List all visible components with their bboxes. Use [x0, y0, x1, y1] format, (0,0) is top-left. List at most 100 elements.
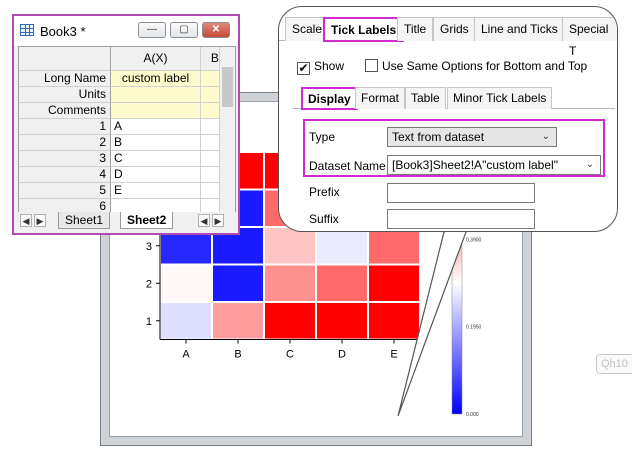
colorbar-tick-label: 0.1950 — [466, 325, 482, 331]
type-label: Type — [309, 130, 336, 144]
vertical-scrollbar[interactable]: ▼ — [219, 47, 235, 221]
heatmap-cell — [315, 226, 369, 266]
row-number[interactable]: 2 — [19, 135, 111, 151]
subtab-display[interactable]: Display — [301, 87, 358, 110]
dataset-name-value: [Book3]Sheet2!A"custom label" — [392, 158, 558, 172]
tab-tick-labels[interactable]: Tick Labels — [323, 17, 405, 42]
subtab-bar: Display Format Table Minor Tick Labels — [293, 87, 615, 110]
x-tick-label: C — [286, 349, 294, 361]
book-title: Book3 * — [40, 24, 86, 39]
meta-row-long-name: Long Name custom label — [19, 71, 235, 87]
cell-units-a[interactable] — [111, 87, 201, 103]
minimize-button[interactable]: — — [138, 22, 166, 38]
subtab-format[interactable]: Format — [355, 87, 406, 109]
x-tick-label: D — [338, 349, 346, 361]
dataset-name-label: Dataset Name — [309, 159, 386, 173]
book-window: Book3 * — ▢ ✕ A(X) B(\ Long Name custom … — [12, 14, 240, 235]
cell-a[interactable]: B — [111, 135, 201, 151]
show-label: Show — [314, 59, 345, 73]
column-header-a[interactable]: A(X) — [111, 47, 201, 71]
suffix-input[interactable] — [387, 209, 535, 229]
tab-scroll-right-icon[interactable]: ▶ — [212, 214, 224, 227]
same-options-label: Use Same Options for Bottom and Top — [382, 59, 588, 73]
chevron-down-icon: ⌄ — [585, 159, 594, 170]
heatmap-cell — [159, 263, 213, 303]
y-tick-label: 2 — [146, 278, 152, 290]
heatmap-cell — [263, 301, 317, 341]
row-label[interactable]: Long Name — [19, 71, 111, 87]
axis-dialog-callout: Scale Tick Labels Title Grids Line and T… — [278, 6, 618, 232]
x-tick-label: E — [390, 349, 397, 361]
tab-grids[interactable]: Grids — [433, 17, 476, 41]
cell-a[interactable]: D — [111, 167, 201, 183]
book-titlebar[interactable]: Book3 * — ▢ ✕ — [14, 16, 238, 46]
type-dropdown[interactable]: Text from dataset ⌄ — [387, 127, 557, 147]
row-number[interactable]: 4 — [19, 167, 111, 183]
sheet-next-icon[interactable]: ▶ — [34, 214, 46, 227]
close-button[interactable]: ✕ — [202, 22, 230, 38]
sheet-tab-bar: ◀ ▶ Sheet1 Sheet2 ◀ ▶ — [18, 212, 236, 230]
dialog-body: ✔ Show Use Same Options for Bottom and To… — [287, 41, 615, 229]
y-tick-label: 1 — [146, 316, 152, 328]
heatmap-cell — [263, 226, 317, 266]
row-number[interactable]: 5 — [19, 183, 111, 199]
heatmap-cell — [159, 301, 213, 341]
tab-special[interactable]: Special T — [562, 17, 617, 58]
heatmap-cell — [211, 301, 265, 341]
side-tooltip-stub: Qh10 — [596, 354, 632, 374]
heatmap-cell — [211, 263, 265, 303]
heatmap-cell — [367, 263, 421, 303]
colorbar-tick-label: 0.3900 — [466, 237, 482, 243]
scrollbar-thumb[interactable] — [222, 67, 233, 107]
subtab-minor-tick-labels[interactable]: Minor Tick Labels — [447, 87, 553, 109]
row-label[interactable]: Comments — [19, 103, 111, 119]
tab-sheet1[interactable]: Sheet1 — [58, 212, 111, 229]
heatmap-cell — [367, 226, 421, 266]
chevron-down-icon: ⌄ — [541, 131, 550, 142]
x-tick-label: B — [234, 349, 241, 361]
row-number[interactable]: 3 — [19, 151, 111, 167]
heatmap-cell — [315, 301, 369, 341]
prefix-input[interactable] — [387, 183, 535, 203]
table-row: 1 A — [19, 119, 235, 135]
table-row: 5 E — [19, 183, 235, 199]
cell-long-name-a[interactable]: custom label — [111, 71, 201, 87]
worksheet-icon — [20, 24, 34, 36]
row-number[interactable]: 1 — [19, 119, 111, 135]
tab-line-and-ticks[interactable]: Line and Ticks — [474, 17, 565, 41]
heatmap-cell — [263, 263, 317, 303]
cell-comments-a[interactable] — [111, 103, 201, 119]
tab-title[interactable]: Title — [397, 17, 434, 41]
type-value: Text from dataset — [392, 130, 485, 144]
maximize-button[interactable]: ▢ — [170, 22, 198, 38]
same-options-checkbox[interactable] — [365, 59, 378, 72]
meta-row-comments: Comments — [19, 103, 235, 119]
worksheet-grid[interactable]: A(X) B(\ Long Name custom label Units Co… — [18, 46, 236, 222]
y-tick-label: 3 — [146, 241, 152, 253]
dialog-tab-bar: Scale Tick Labels Title Grids Line and T… — [279, 17, 617, 58]
cell-a[interactable]: C — [111, 151, 201, 167]
show-checkbox[interactable]: ✔ — [297, 62, 310, 75]
heatmap-cell — [315, 263, 369, 303]
cell-a[interactable]: A — [111, 119, 201, 135]
suffix-label: Suffix — [309, 212, 339, 226]
tab-scroll-left-icon[interactable]: ◀ — [198, 214, 210, 227]
meta-row-units: Units — [19, 87, 235, 103]
show-checkbox-row[interactable]: ✔ Show — [297, 59, 344, 75]
same-options-checkbox-row[interactable]: Use Same Options for Bottom and Top — [365, 59, 587, 73]
table-row: 4 D — [19, 167, 235, 183]
sheet-prev-icon[interactable]: ◀ — [20, 214, 32, 227]
cell-a[interactable]: E — [111, 183, 201, 199]
tab-sheet2[interactable]: Sheet2 — [120, 212, 174, 229]
table-row: 2 B — [19, 135, 235, 151]
corner-cell[interactable] — [19, 47, 111, 71]
heatmap-cell — [367, 301, 421, 341]
dataset-name-dropdown[interactable]: [Book3]Sheet2!A"custom label" ⌄ — [387, 155, 601, 175]
colorbar-tick-label: 0.000 — [466, 412, 479, 418]
subtab-table[interactable]: Table — [405, 87, 446, 109]
prefix-label: Prefix — [309, 185, 340, 199]
column-header-row: A(X) B(\ — [19, 47, 235, 71]
x-tick-label: A — [182, 349, 190, 361]
table-row: 3 C — [19, 151, 235, 167]
row-label[interactable]: Units — [19, 87, 111, 103]
